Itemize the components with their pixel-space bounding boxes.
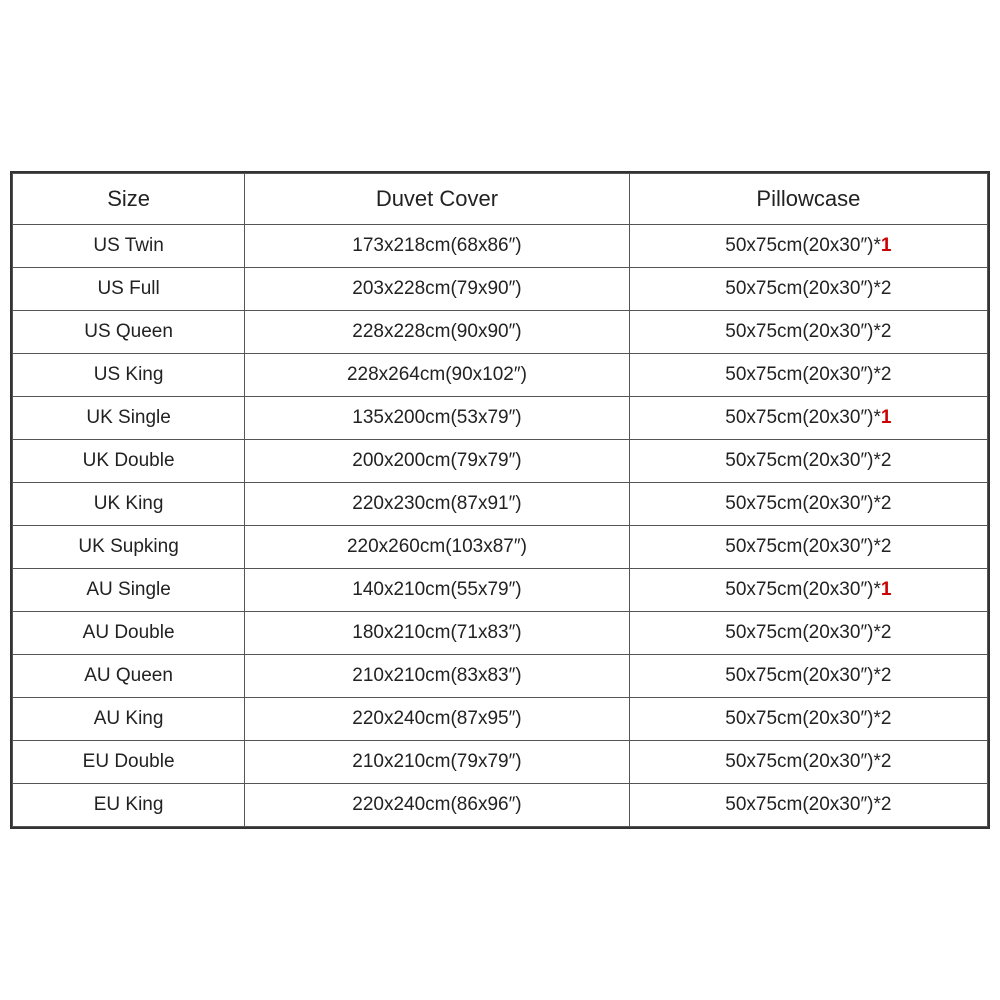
table-row: UK Supking220x260cm(103x87″)50x75cm(20x3… (13, 526, 988, 569)
cell-duvet: 180x210cm(71x83″) (245, 612, 630, 655)
cell-size: US Queen (13, 311, 245, 354)
cell-duvet: 210x210cm(79x79″) (245, 741, 630, 784)
header-duvet: Duvet Cover (245, 174, 630, 225)
cell-duvet: 200x200cm(79x79″) (245, 440, 630, 483)
cell-pillow: 50x75cm(20x30″)*2 (629, 440, 987, 483)
cell-size: AU Double (13, 612, 245, 655)
header-pillow: Pillowcase (629, 174, 987, 225)
cell-pillow: 50x75cm(20x30″)*1 (629, 569, 987, 612)
cell-pillow: 50x75cm(20x30″)*2 (629, 741, 987, 784)
table-row: AU Queen210x210cm(83x83″)50x75cm(20x30″)… (13, 655, 988, 698)
cell-pillow: 50x75cm(20x30″)*2 (629, 612, 987, 655)
table-row: US Full203x228cm(79x90″)50x75cm(20x30″)*… (13, 268, 988, 311)
pillow-count-red: 1 (881, 407, 892, 428)
pillow-count-red: 1 (881, 235, 892, 256)
cell-size: AU Queen (13, 655, 245, 698)
cell-duvet: 220x240cm(86x96″) (245, 784, 630, 827)
cell-size: AU King (13, 698, 245, 741)
size-chart-container: Size Duvet Cover Pillowcase US Twin173x2… (10, 171, 990, 829)
table-row: EU Double210x210cm(79x79″)50x75cm(20x30″… (13, 741, 988, 784)
table-row: AU King220x240cm(87x95″)50x75cm(20x30″)*… (13, 698, 988, 741)
pillow-text: 50x75cm(20x30″)* (725, 407, 881, 428)
cell-pillow: 50x75cm(20x30″)*1 (629, 397, 987, 440)
table-row: UK King220x230cm(87x91″)50x75cm(20x30″)*… (13, 483, 988, 526)
table-row: EU King220x240cm(86x96″)50x75cm(20x30″)*… (13, 784, 988, 827)
table-row: AU Double180x210cm(71x83″)50x75cm(20x30″… (13, 612, 988, 655)
cell-size: UK King (13, 483, 245, 526)
cell-pillow: 50x75cm(20x30″)*2 (629, 698, 987, 741)
cell-duvet: 228x264cm(90x102″) (245, 354, 630, 397)
table-row: US Twin173x218cm(68x86″)50x75cm(20x30″)*… (13, 225, 988, 268)
cell-size: UK Supking (13, 526, 245, 569)
pillow-text: 50x75cm(20x30″)* (725, 579, 881, 600)
size-chart-table: Size Duvet Cover Pillowcase US Twin173x2… (12, 173, 988, 827)
table-row: US King228x264cm(90x102″)50x75cm(20x30″)… (13, 354, 988, 397)
cell-size: UK Double (13, 440, 245, 483)
cell-pillow: 50x75cm(20x30″)*2 (629, 526, 987, 569)
pillow-count-red: 1 (881, 579, 892, 600)
cell-duvet: 220x260cm(103x87″) (245, 526, 630, 569)
cell-duvet: 220x240cm(87x95″) (245, 698, 630, 741)
cell-pillow: 50x75cm(20x30″)*2 (629, 655, 987, 698)
cell-pillow: 50x75cm(20x30″)*2 (629, 354, 987, 397)
cell-duvet: 203x228cm(79x90″) (245, 268, 630, 311)
cell-duvet: 140x210cm(55x79″) (245, 569, 630, 612)
table-row: US Queen228x228cm(90x90″)50x75cm(20x30″)… (13, 311, 988, 354)
header-size: Size (13, 174, 245, 225)
cell-pillow: 50x75cm(20x30″)*1 (629, 225, 987, 268)
cell-pillow: 50x75cm(20x30″)*2 (629, 268, 987, 311)
cell-duvet: 228x228cm(90x90″) (245, 311, 630, 354)
pillow-text: 50x75cm(20x30″)* (725, 235, 881, 256)
cell-size: US Twin (13, 225, 245, 268)
cell-pillow: 50x75cm(20x30″)*2 (629, 784, 987, 827)
table-row: UK Single135x200cm(53x79″)50x75cm(20x30″… (13, 397, 988, 440)
cell-duvet: 210x210cm(83x83″) (245, 655, 630, 698)
table-header-row: Size Duvet Cover Pillowcase (13, 174, 988, 225)
cell-duvet: 173x218cm(68x86″) (245, 225, 630, 268)
cell-pillow: 50x75cm(20x30″)*2 (629, 483, 987, 526)
table-row: AU Single140x210cm(55x79″)50x75cm(20x30″… (13, 569, 988, 612)
cell-size: UK Single (13, 397, 245, 440)
cell-duvet: 135x200cm(53x79″) (245, 397, 630, 440)
cell-size: EU King (13, 784, 245, 827)
cell-size: US Full (13, 268, 245, 311)
cell-size: EU Double (13, 741, 245, 784)
cell-duvet: 220x230cm(87x91″) (245, 483, 630, 526)
cell-pillow: 50x75cm(20x30″)*2 (629, 311, 987, 354)
table-row: UK Double200x200cm(79x79″)50x75cm(20x30″… (13, 440, 988, 483)
cell-size: AU Single (13, 569, 245, 612)
cell-size: US King (13, 354, 245, 397)
